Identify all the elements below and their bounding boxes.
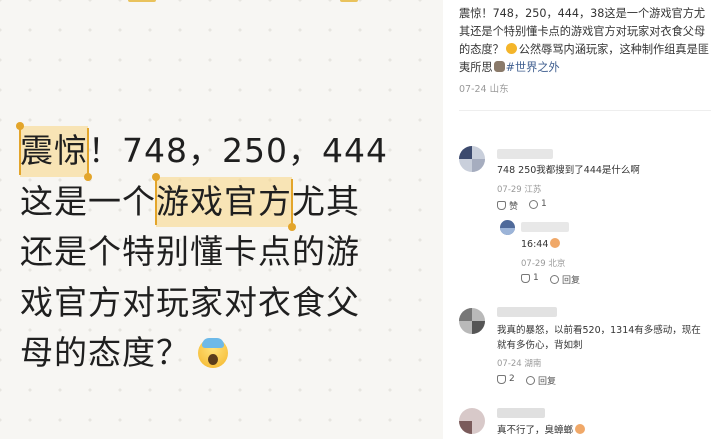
comment-text: 真不行了，臭蟑螂 xyxy=(497,422,586,439)
username-blurred[interactable] xyxy=(521,222,569,232)
post-date: 07-24 xyxy=(459,84,487,95)
username-blurred[interactable] xyxy=(497,408,545,418)
highlight-text: 游戏官方 xyxy=(156,181,292,221)
post-image[interactable]: 震惊 ！748，250，444 这是一个 游戏官方 尤其 还是个特别懂卡点的游 戏官方… xyxy=(0,0,443,439)
like-button[interactable]: 2 xyxy=(497,374,515,384)
like-icon xyxy=(497,201,506,210)
section-divider xyxy=(459,110,711,111)
highlight-mark: 震惊 xyxy=(16,122,92,181)
decoration-shape xyxy=(340,0,358,2)
image-text-line-1: 震惊 ！748，250，444 xyxy=(16,122,388,181)
reply-button[interactable]: 1 xyxy=(529,199,547,209)
image-text-line-5: 母的态度？ xyxy=(20,328,388,379)
reply-button[interactable]: 回复 xyxy=(526,374,556,387)
image-text: 母的态度？ xyxy=(20,333,190,372)
like-count: 1 xyxy=(533,273,539,283)
screaming-face-emoji-icon xyxy=(505,43,517,54)
like-button[interactable]: 赞 xyxy=(497,199,518,212)
highlight-mark: 游戏官方 xyxy=(152,172,296,231)
comment-icon xyxy=(529,199,538,209)
highlight-text: 震惊 xyxy=(20,131,88,170)
post-description: 震惊！748，250，444，38这是一个游戏官方尤 其还是个特别懂卡点的游戏官… xyxy=(459,5,711,77)
hashtag-link[interactable]: #世界之外 xyxy=(506,61,560,74)
emoji-icon xyxy=(550,238,561,248)
comment-location: 北京 xyxy=(548,259,566,269)
desc-text: 的态度？ xyxy=(459,43,504,56)
comment-text: 748 250我都搜到了444是什么啊 xyxy=(497,165,640,176)
reply-text: 16:44 xyxy=(521,236,561,253)
comment-date: 07-29 xyxy=(521,259,546,269)
comment-text-value: 真不行了，臭蟑螂 xyxy=(497,425,574,436)
comment-icon xyxy=(526,376,535,385)
reply-text-value: 16:44 xyxy=(521,239,549,250)
comment-meta: 07-29 江苏 xyxy=(497,183,541,195)
reply-label: 回复 xyxy=(562,276,581,286)
like-icon xyxy=(497,374,506,384)
post-location: 山东 xyxy=(489,84,509,95)
post-meta: 07-24 山东 xyxy=(459,81,509,95)
username-blurred[interactable] xyxy=(497,149,553,159)
avatar[interactable] xyxy=(459,408,485,434)
comment-location: 江苏 xyxy=(524,185,542,195)
like-button[interactable]: 1 xyxy=(521,273,539,283)
comment-date: 07-24 xyxy=(497,359,522,369)
image-text: 尤其 xyxy=(292,181,360,221)
image-text: 这是一个 xyxy=(20,181,156,221)
image-text-line-3: 还是个特别懂卡点的游 xyxy=(20,232,360,271)
image-text-line-4: 戏官方对玩家对衣食父 xyxy=(20,282,360,322)
like-icon xyxy=(521,273,530,283)
comment-location: 湖南 xyxy=(524,359,542,369)
desc-line: 其还是个特别懂卡点的游戏官方对玩家对衣食父母 xyxy=(459,25,706,38)
desc-line: 的态度？ 公然辱骂内涵玩家，这种制作组真是匪 xyxy=(459,41,711,59)
image-text: ！748，250，444 xyxy=(88,131,388,170)
stone-emoji-icon xyxy=(493,61,505,72)
reply-label: 回复 xyxy=(538,377,557,387)
image-text-line-2: 这是一个 游戏官方 尤其 xyxy=(20,172,388,231)
reply-button[interactable]: 回复 xyxy=(550,273,580,286)
comment-icon xyxy=(550,275,559,284)
like-label: 赞 xyxy=(509,202,519,212)
comment-meta: 07-24 湖南 xyxy=(497,357,541,369)
avatar[interactable] xyxy=(459,308,485,334)
desc-text: 公然辱骂内涵玩家，这种制作组真是匪 xyxy=(518,43,709,56)
avatar[interactable] xyxy=(500,220,515,235)
emoji-icon xyxy=(575,424,586,434)
username-blurred[interactable] xyxy=(497,307,557,317)
avatar[interactable] xyxy=(459,146,485,172)
decoration-shape xyxy=(128,0,156,2)
desc-text: 夷所思 xyxy=(459,61,493,74)
like-count: 2 xyxy=(509,374,515,384)
screaming-face-emoji-icon xyxy=(198,338,228,368)
comment-date: 07-29 xyxy=(497,185,522,195)
desc-line: 震惊！748，250，444，38这是一个游戏官方尤 xyxy=(459,7,706,20)
desc-line: 夷所思 #世界之外 xyxy=(459,59,711,77)
reply-count: 1 xyxy=(541,199,547,209)
post-image-text: 震惊 ！748，250，444 这是一个 游戏官方 尤其 还是个特别懂卡点的游 戏官方… xyxy=(16,122,388,379)
comment-meta: 07-29 北京 xyxy=(521,257,565,269)
comment-text: 就有多伤心，背如刺 xyxy=(497,340,583,351)
